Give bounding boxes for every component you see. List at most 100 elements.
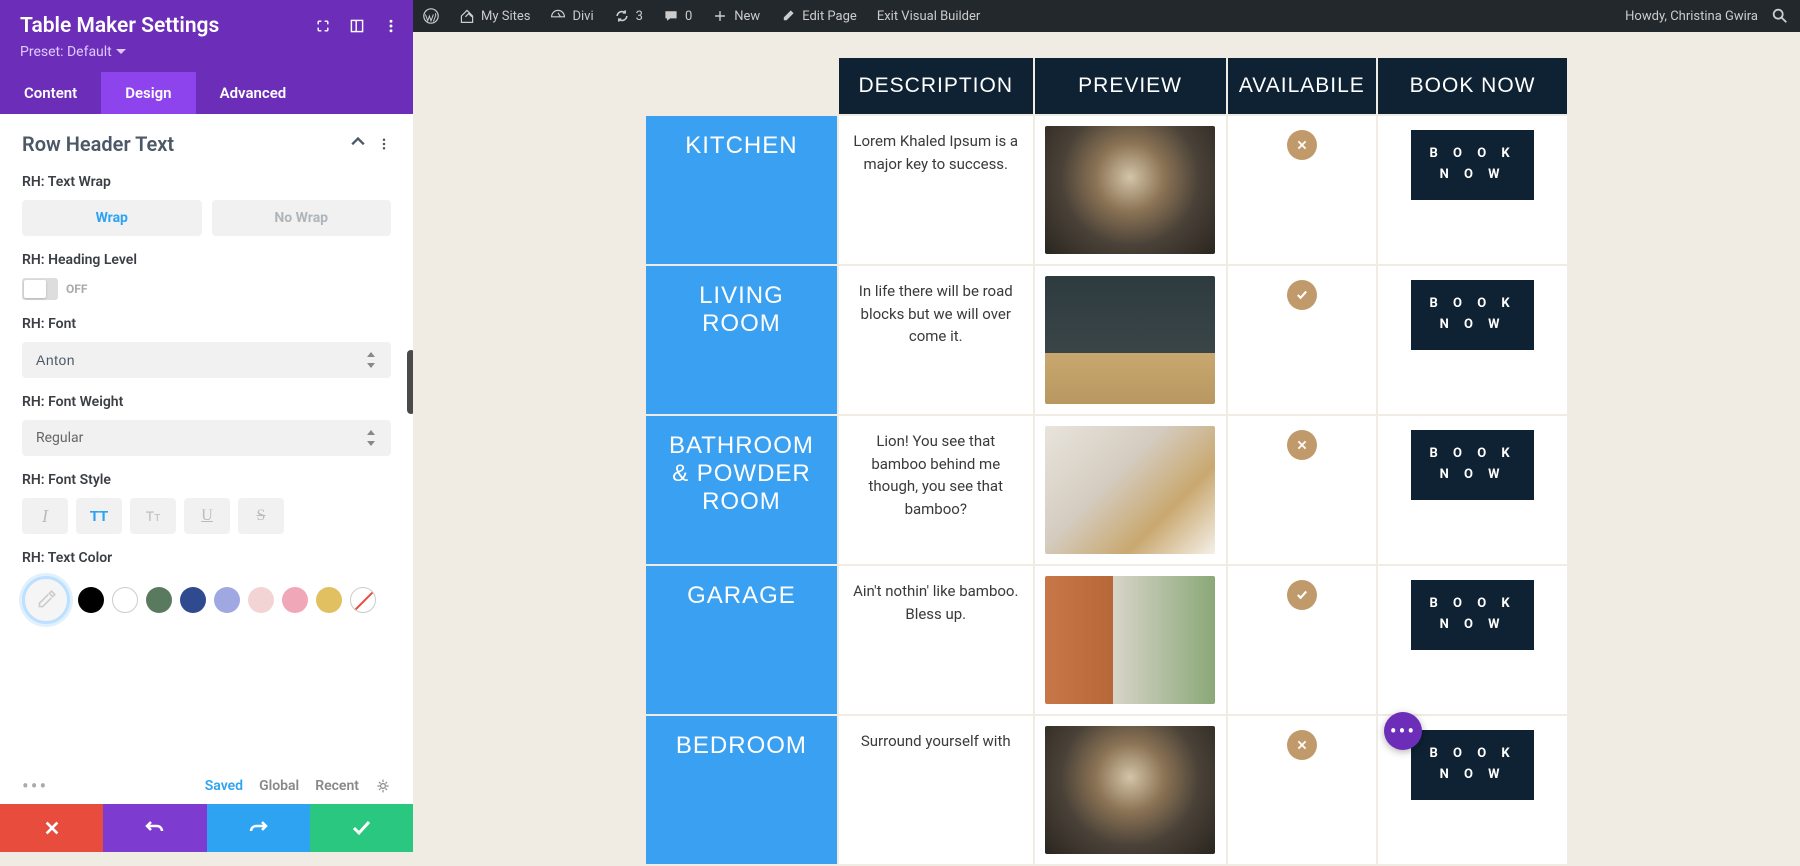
preview-image [1045, 126, 1215, 254]
book-now-button[interactable]: B O O KN O W [1411, 580, 1533, 650]
color-swatch-4[interactable] [214, 587, 240, 613]
row-header: BEDROOM [645, 715, 838, 865]
my-sites-link[interactable]: My Sites [449, 0, 540, 32]
settings-panel: Table Maker Settings Preset: Default Con… [0, 0, 413, 852]
table-row: LIVING ROOMIn life there will be road bl… [645, 265, 1568, 415]
description-cell: In life there will be road blocks but we… [838, 265, 1034, 415]
eyedropper-icon [35, 589, 57, 611]
snap-icon[interactable] [347, 16, 367, 36]
table-maker-output: DESCRIPTION PREVIEW AVAILABILE BOOK NOW … [644, 56, 1569, 866]
font-select[interactable]: Anton [22, 342, 391, 378]
search-button[interactable] [1760, 0, 1800, 32]
no-wrap-option[interactable]: No Wrap [212, 200, 392, 236]
heading-level-switch[interactable]: OFF [22, 278, 391, 300]
field-font-style-label: RH: Font Style [22, 472, 391, 488]
new-label: New [734, 9, 760, 24]
site-link[interactable]: Divi [540, 0, 603, 32]
col-description: DESCRIPTION [838, 57, 1034, 115]
expand-icon[interactable] [313, 16, 333, 36]
style-uppercase[interactable]: TT [76, 498, 122, 534]
gear-icon[interactable] [375, 778, 391, 794]
house-icon [459, 8, 475, 24]
cancel-button[interactable] [0, 804, 103, 852]
available-cell [1227, 265, 1378, 415]
style-smallcaps[interactable]: TT [130, 498, 176, 534]
description-cell: Ain't nothin' like bamboo. Bless up. [838, 565, 1034, 715]
tab-design[interactable]: Design [101, 72, 195, 114]
description-cell: Lion! You see that bamboo behind me thou… [838, 415, 1034, 565]
plus-icon [712, 8, 728, 24]
panel-footer-meta: ••• Saved Global Recent [0, 768, 413, 804]
close-icon [1287, 130, 1317, 160]
preview-image [1045, 276, 1215, 404]
field-text-color-label: RH: Text Color [22, 550, 391, 566]
available-cell [1227, 415, 1378, 565]
row-header: BATHROOM & POWDER ROOM [645, 415, 838, 565]
more-horizontal-icon[interactable]: ••• [22, 781, 48, 791]
wp-logo[interactable] [413, 0, 449, 32]
style-italic[interactable]: I [22, 498, 68, 534]
style-strikethrough[interactable]: S [238, 498, 284, 534]
table-row: KITCHENLorem Khaled Ipsum is a major key… [645, 115, 1568, 265]
col-book-now: BOOK NOW [1377, 57, 1568, 115]
book-now-button[interactable]: B O O KN O W [1411, 130, 1533, 200]
edit-page-label: Edit Page [802, 9, 857, 24]
description-cell: Lorem Khaled Ipsum is a major key to suc… [838, 115, 1034, 265]
preview-image [1045, 576, 1215, 704]
undo-button[interactable] [103, 804, 206, 852]
howdy-label: Howdy, Christina Gwira [1625, 9, 1758, 24]
more-vertical-icon[interactable] [381, 16, 401, 36]
close-icon [1287, 430, 1317, 460]
updates-link[interactable]: 3 [604, 0, 653, 32]
style-underline[interactable]: U [184, 498, 230, 534]
panel-body: Row Header Text RH: Text Wrap Wrap No Wr… [0, 114, 413, 768]
current-color-picker[interactable] [22, 576, 70, 624]
edit-page-link[interactable]: Edit Page [770, 0, 867, 32]
row-header: GARAGE [645, 565, 838, 715]
check-icon [1287, 280, 1317, 310]
select-arrows-icon [367, 430, 377, 446]
color-swatch-6[interactable] [282, 587, 308, 613]
comments-link[interactable]: 0 [653, 0, 702, 32]
save-button[interactable] [310, 804, 413, 852]
preset-selector[interactable]: Preset: Default [20, 44, 393, 60]
book-now-button[interactable]: B O O KN O W [1411, 280, 1533, 350]
new-link[interactable]: New [702, 0, 770, 32]
table-row: GARAGEAin't nothin' like bamboo. Bless u… [645, 565, 1568, 715]
book-cell: B O O KN O W [1377, 265, 1568, 415]
chevron-up-icon[interactable] [351, 137, 365, 147]
site-label: Divi [572, 9, 593, 24]
color-swatch-7[interactable] [316, 587, 342, 613]
module-options-fab[interactable]: ••• [1384, 712, 1422, 750]
field-text-wrap-label: RH: Text Wrap [22, 174, 391, 190]
description-cell: Surround yourself with [838, 715, 1034, 865]
table-row: BATHROOM & POWDER ROOMLion! You see that… [645, 415, 1568, 565]
global-link[interactable]: Global [259, 778, 299, 794]
color-swatch-5[interactable] [248, 587, 274, 613]
color-swatch-2[interactable] [146, 587, 172, 613]
more-vertical-icon[interactable] [377, 137, 391, 151]
font-value: Anton [36, 352, 75, 368]
gauge-icon [550, 8, 566, 24]
color-swatch-1[interactable] [112, 587, 138, 613]
font-weight-select[interactable]: Regular [22, 420, 391, 456]
table-header-row: DESCRIPTION PREVIEW AVAILABILE BOOK NOW [645, 57, 1568, 115]
refresh-icon [614, 8, 630, 24]
redo-button[interactable] [207, 804, 310, 852]
color-swatch-0[interactable] [78, 587, 104, 613]
book-now-button[interactable]: B O O KN O W [1411, 730, 1533, 800]
book-now-button[interactable]: B O O KN O W [1411, 430, 1533, 500]
panel-tabs: Content Design Advanced [0, 72, 413, 114]
wrap-option[interactable]: Wrap [22, 200, 202, 236]
switch-state: OFF [66, 282, 87, 296]
comment-icon [663, 8, 679, 24]
tab-content[interactable]: Content [0, 72, 101, 114]
color-none[interactable] [350, 587, 376, 613]
tab-advanced[interactable]: Advanced [196, 72, 311, 114]
book-cell: B O O KN O W [1377, 115, 1568, 265]
section-heading[interactable]: Row Header Text [22, 132, 391, 156]
color-swatch-3[interactable] [180, 587, 206, 613]
col-preview: PREVIEW [1034, 57, 1227, 115]
recent-link[interactable]: Recent [315, 778, 359, 794]
exit-vb-link[interactable]: Exit Visual Builder [867, 0, 990, 32]
